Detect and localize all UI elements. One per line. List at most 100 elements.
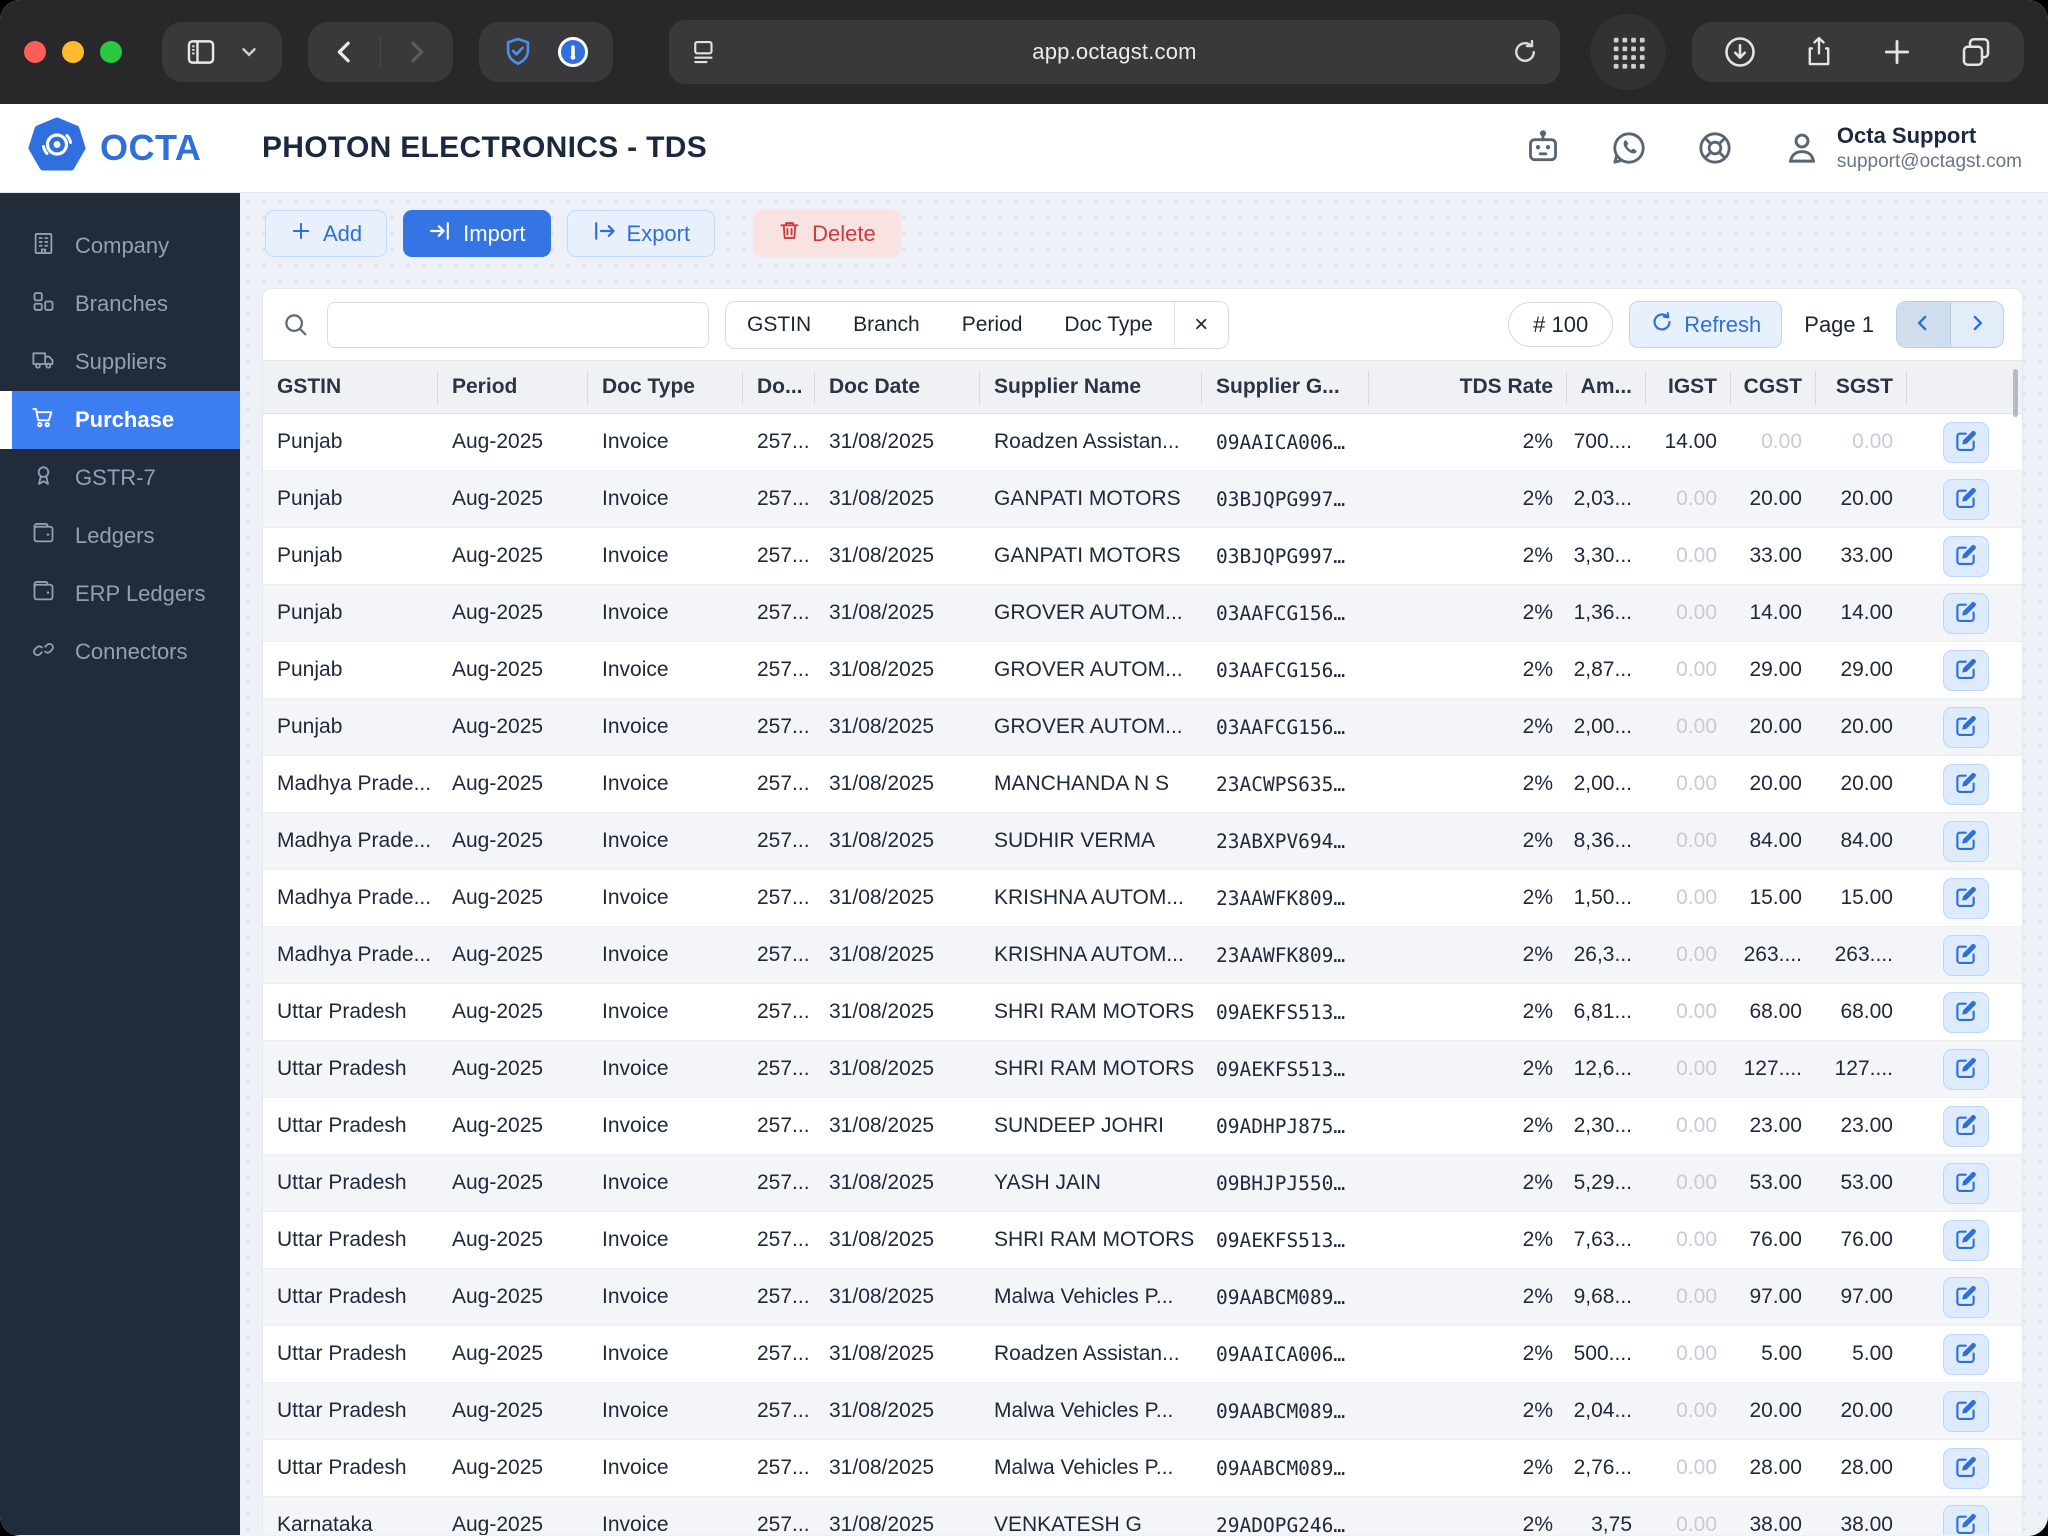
next-page-button[interactable] [1950,302,2003,347]
filter-branch-button[interactable]: Branch [832,302,941,348]
forward-icon[interactable] [401,37,431,67]
vertical-scrollbar[interactable] [2013,369,2018,417]
cell-supplier-gstin: 23AAWFK809… [1216,943,1346,967]
cell-sgst: 20.00 [1840,772,1893,795]
refresh-button[interactable]: Refresh [1629,301,1783,348]
filter-doc-type-button[interactable]: Doc Type [1043,302,1173,348]
password-manager-icon[interactable] [555,34,591,70]
cell-cgst: 5.00 [1761,1342,1802,1365]
cell-cgst: 33.00 [1749,544,1802,567]
user-menu[interactable]: Octa Support support@octagst.com [1781,122,2022,173]
edit-row-button[interactable] [1942,1447,1989,1489]
zoom-window-button[interactable] [100,41,122,63]
cell-cgst: 68.00 [1749,1000,1802,1023]
minimize-window-button[interactable] [62,41,84,63]
edit-pencil-icon [1953,1169,1978,1197]
edit-row-button[interactable] [1942,535,1989,577]
edit-row-button[interactable] [1942,1333,1989,1375]
edit-row-button[interactable] [1942,421,1989,463]
sidebar-item-erp-ledgers[interactable]: ERP Ledgers [0,565,240,623]
search-input[interactable] [327,301,709,348]
url-bar[interactable]: app.octagst.com [669,20,1560,84]
cell-gstin-state: Madhya Prade... [277,886,432,909]
edit-row-button[interactable] [1942,706,1989,748]
chevron-down-icon[interactable] [238,41,260,63]
edit-row-button[interactable] [1942,763,1989,805]
cell-amount: 12,6... [1573,1057,1632,1080]
reload-icon[interactable] [1510,37,1540,67]
edit-row-button[interactable] [1942,877,1989,919]
edit-row-button[interactable] [1942,1276,1989,1318]
cell-amount: 2,30... [1573,1114,1632,1137]
edit-row-button[interactable] [1942,1219,1989,1261]
edit-row-button[interactable] [1942,934,1989,976]
edit-row-button[interactable] [1942,991,1989,1033]
column-header-tds-rate: TDS Rate [1369,371,1567,405]
cell-period: Aug-2025 [452,1000,544,1023]
brand-name: OCTA [100,127,202,168]
branches-icon [30,288,57,321]
cell-amount: 2,03... [1573,487,1632,510]
sidebar-item-gstr7[interactable]: GSTR-7 [0,449,240,507]
cell-amount: 5,29... [1573,1171,1632,1194]
share-icon[interactable] [1802,35,1836,69]
edit-row-button[interactable] [1942,592,1989,634]
chatbot-icon[interactable] [1523,128,1563,168]
extensions-grid-icon[interactable] [1590,14,1666,90]
back-icon[interactable] [330,37,360,67]
edit-row-button[interactable] [1942,478,1989,520]
edit-row-button[interactable] [1942,1162,1989,1204]
edit-row-button[interactable] [1942,1105,1989,1147]
edit-row-button[interactable] [1942,1504,1989,1535]
filter-gstin-button[interactable]: GSTIN [726,302,832,348]
cell-doc-no: 257... [757,1513,810,1535]
cell-gstin-state: Uttar Pradesh [277,1000,407,1023]
table-row: Punjab Aug-2025 Invoice 257... 31/08/2025 GRO… [263,585,2022,642]
sidebar-item-purchase[interactable]: Purchase [0,391,240,449]
cell-cgst: 20.00 [1749,487,1802,510]
cell-supplier-gstin: 23ABXPV694… [1216,829,1346,853]
whatsapp-icon[interactable] [1609,128,1649,168]
cell-doc-no: 257... [757,943,810,966]
export-button[interactable]: Export [566,210,716,257]
cell-doc-type: Invoice [602,886,669,909]
table-row: Punjab Aug-2025 Invoice 257... 31/08/2025 GRO… [263,699,2022,756]
sidebar-item-branches[interactable]: Branches [0,275,240,333]
sidebar-item-suppliers[interactable]: Suppliers [0,333,240,391]
cell-doc-type: Invoice [602,1057,669,1080]
edit-pencil-icon [1953,656,1978,684]
page-settings-icon[interactable] [689,37,719,67]
cell-supplier-gstin: 29ADOPG246… [1216,1513,1346,1536]
downloads-icon[interactable] [1722,34,1758,70]
truck-icon [30,346,57,379]
import-button[interactable]: Import [403,210,551,257]
previous-page-button[interactable] [1897,302,1951,347]
cell-sgst: 53.00 [1840,1171,1893,1194]
cell-supplier-gstin: 09ADHPJ875… [1216,1114,1346,1138]
edit-row-button[interactable] [1942,1048,1989,1090]
help-lifebuoy-icon[interactable] [1695,128,1735,168]
tab-overview-icon[interactable] [1958,34,1994,70]
user-name: Octa Support [1836,123,1977,149]
sidebar-item-connectors[interactable]: Connectors [0,623,240,681]
adblock-shield-icon[interactable] [501,35,535,69]
edit-row-button[interactable] [1942,820,1989,862]
delete-button[interactable]: Delete [753,210,901,257]
sidebar-item-company[interactable]: Company [0,217,240,275]
clear-filter-icon[interactable]: × [1173,301,1228,348]
cell-cgst: 14.00 [1749,601,1802,624]
browser-sidebar-toggle-icon[interactable] [184,35,218,69]
filter-period-button[interactable]: Period [941,302,1044,348]
edit-row-button[interactable] [1942,649,1989,691]
edit-row-button[interactable] [1942,1390,1989,1432]
cell-cgst: 20.00 [1749,1399,1802,1422]
cell-gstin-state: Punjab [277,544,343,567]
cell-amount: 3,30... [1573,544,1632,567]
sidebar-item-label: ERP Ledgers [75,581,206,606]
cell-period: Aug-2025 [452,772,544,795]
new-tab-icon[interactable] [1880,35,1914,69]
sidebar-item-ledgers[interactable]: Ledgers [0,507,240,565]
cell-period: Aug-2025 [452,1399,544,1422]
close-window-button[interactable] [24,41,46,63]
add-button[interactable]: Add [265,210,388,257]
